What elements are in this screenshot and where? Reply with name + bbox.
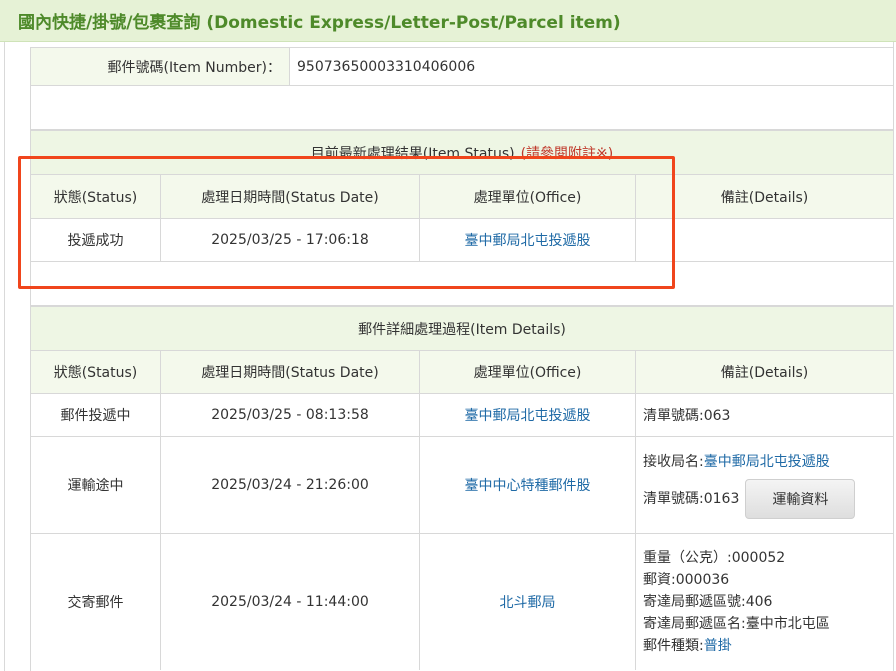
spacer-block-2 xyxy=(30,262,894,306)
mail-type-label: 郵件種類: xyxy=(643,638,704,654)
row-status: 運輸途中 xyxy=(31,437,161,533)
mail-type-link[interactable]: 普掛 xyxy=(704,638,732,654)
postage-line: 郵資:000036 xyxy=(643,572,730,588)
receiving-office-label: 接收局名: xyxy=(643,454,704,470)
row-office-link[interactable]: 臺中中心特種郵件股 xyxy=(420,437,636,533)
item-details-title: 郵件詳細處理過程(Item Details) xyxy=(31,307,893,350)
tracking-panel: 郵件號碼(Item Number)： 95073650003310406006 … xyxy=(4,42,894,671)
row-details: 重量（公克）:000052 郵資:000036 寄達局郵遞區號:406 寄達局郵… xyxy=(636,534,893,670)
current-status-value: 投遞成功 xyxy=(31,219,161,261)
item-details-block: 郵件詳細處理過程(Item Details) 狀態(Status) 處理日期時間… xyxy=(30,306,894,671)
spacer-block xyxy=(30,86,894,130)
list-number-label: 清單號碼:0163 xyxy=(643,491,740,507)
item-number-label: 郵件號碼(Item Number)： xyxy=(31,48,290,85)
row-status: 郵件投遞中 xyxy=(31,394,161,436)
col-details: 備註(Details) xyxy=(720,189,809,206)
table-row: 交寄郵件 2025/03/24 - 11:44:00 北斗郵局 重量（公克）:0… xyxy=(31,534,893,670)
receiving-office-line: 接收局名:臺中郵局北屯投遞股 xyxy=(643,451,830,473)
current-status-title: 目前最新處理結果(Item Status) (請參閱附註※) xyxy=(31,131,893,174)
col-status: 狀態(Status) xyxy=(31,175,161,218)
current-status-office-link[interactable]: 臺中郵局北屯投遞股 xyxy=(420,219,636,261)
page-title: 國內快捷/掛號/包裹查詢 (Domestic Express/Letter-Po… xyxy=(0,0,896,42)
row-status: 交寄郵件 xyxy=(31,534,161,670)
mail-type-line: 郵件種類:普掛 xyxy=(643,635,732,657)
transport-info-button[interactable]: 運輸資料 xyxy=(745,479,856,519)
row-date: 2025/03/24 - 21:26:00 xyxy=(161,437,420,533)
weight-line: 重量（公克）:000052 xyxy=(643,550,786,566)
col-status-date: 處理日期時間(Status Date) xyxy=(161,175,420,218)
row-details: 清單號碼:063 xyxy=(643,408,731,424)
col-office: 處理單位(Office) xyxy=(420,175,636,218)
current-status-row: 投遞成功 2025/03/25 - 17:06:18 臺中郵局北屯投遞股 xyxy=(31,219,893,262)
current-status-date: 2025/03/25 - 17:06:18 xyxy=(161,219,420,261)
dest-zip-line: 寄達局郵遞區號:406 xyxy=(643,594,773,610)
row-details: 接收局名:臺中郵局北屯投遞股 清單號碼:0163 運輸資料 xyxy=(636,437,893,533)
current-status-block: 目前最新處理結果(Item Status) (請參閱附註※) 狀態(Status… xyxy=(30,130,894,262)
table-row: 郵件投遞中 2025/03/25 - 08:13:58 臺中郵局北屯投遞股 清單… xyxy=(31,394,893,437)
table-row: 運輸途中 2025/03/24 - 21:26:00 臺中中心特種郵件股 接收局… xyxy=(31,437,893,534)
item-number-block: 郵件號碼(Item Number)： 95073650003310406006 xyxy=(30,47,894,86)
receiving-office-link[interactable]: 臺中郵局北屯投遞股 xyxy=(704,454,830,470)
list-number-line: 清單號碼:0163 運輸資料 xyxy=(643,479,856,519)
row-date: 2025/03/25 - 08:13:58 xyxy=(161,394,420,436)
col-details: 備註(Details) xyxy=(720,365,809,381)
dest-area-line: 寄達局郵遞區名:臺中市北屯區 xyxy=(643,616,830,632)
col-status: 狀態(Status) xyxy=(31,351,161,393)
row-date: 2025/03/24 - 11:44:00 xyxy=(161,534,420,670)
item-number-value: 95073650003310406006 xyxy=(297,58,476,75)
col-office: 處理單位(Office) xyxy=(420,351,636,393)
item-details-header-row: 狀態(Status) 處理日期時間(Status Date) 處理單位(Offi… xyxy=(31,351,893,394)
current-status-header-row: 狀態(Status) 處理日期時間(Status Date) 處理單位(Offi… xyxy=(31,175,893,219)
current-status-details xyxy=(636,219,893,261)
row-office-link[interactable]: 臺中郵局北屯投遞股 xyxy=(420,394,636,436)
current-status-title-text: 目前最新處理結果(Item Status) xyxy=(310,145,515,162)
row-office-link[interactable]: 北斗郵局 xyxy=(420,534,636,670)
col-status-date: 處理日期時間(Status Date) xyxy=(161,351,420,393)
current-status-note[interactable]: (請參閱附註※) xyxy=(521,143,614,163)
